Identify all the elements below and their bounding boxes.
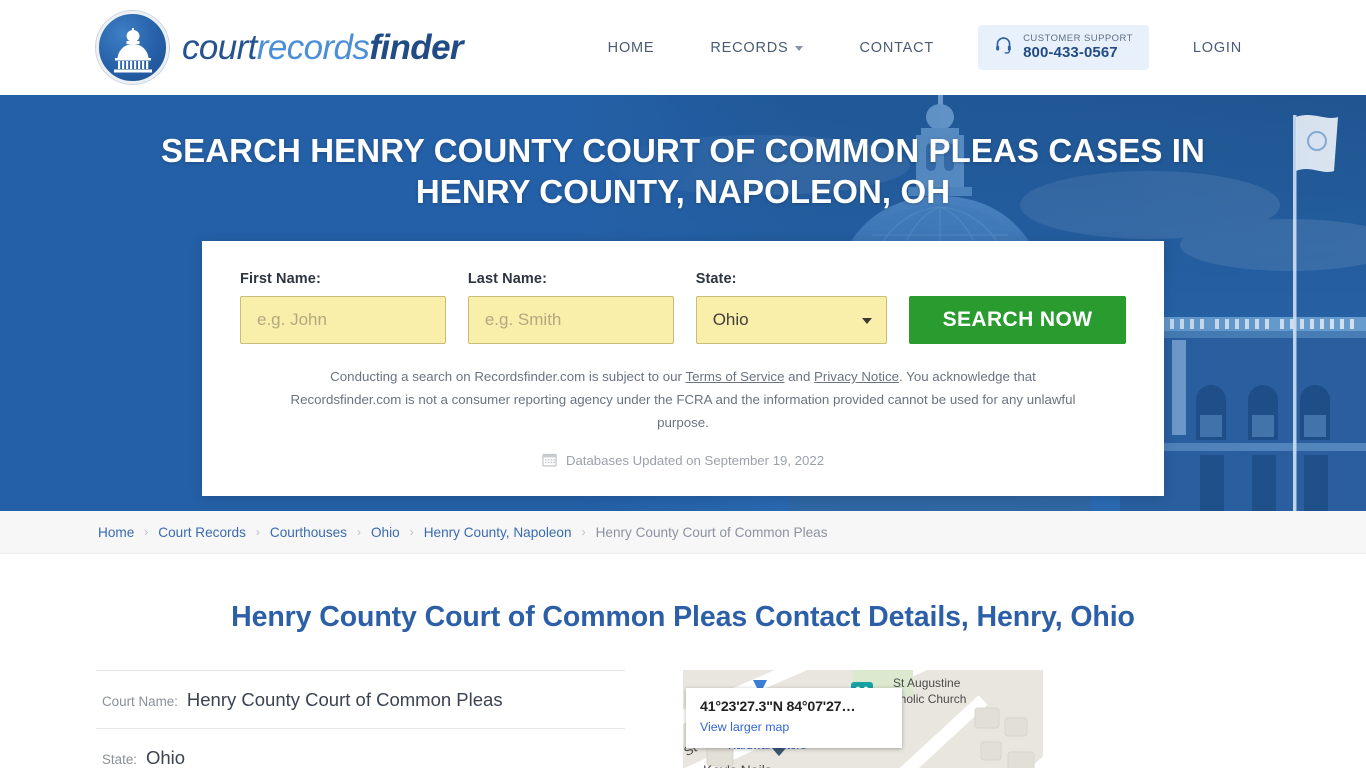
logo-text-court: court [182, 28, 257, 67]
database-update-text: Databases Updated on September 19, 2022 [565, 453, 825, 469]
nav-label-contact: CONTACT [859, 39, 935, 56]
map-coordinates: 41°23'27.3"N 84°07'27… [700, 699, 856, 715]
breadcrumb-separator-icon: › [356, 525, 361, 539]
nav-item-contact[interactable]: CONTACT [831, 40, 962, 56]
headset-icon [994, 36, 1013, 60]
breadcrumb-item-court-records[interactable]: Court Records [158, 525, 246, 540]
search-now-button[interactable]: SEARCH NOW [909, 296, 1127, 344]
map-column: 41°23'27.3"N 84°07'27… View larger map S… [683, 670, 1043, 768]
page-title: Henry County Court of Common Pleas Conta… [231, 601, 1135, 633]
breadcrumb-separator-icon: › [144, 525, 149, 539]
view-larger-map-link[interactable]: View larger map [700, 720, 789, 734]
map-poi-st-augustine: St Augustine [893, 676, 961, 690]
page-hero-title: SEARCH HENRY COUNTY COURT OF COMMON PLEA… [161, 132, 1205, 210]
calendar-icon [542, 452, 557, 470]
nav-label-login: LOGIN [1192, 39, 1242, 56]
nav-label-home: HOME [607, 39, 655, 56]
search-disclaimer: Conducting a search on Recordsfinder.com… [240, 366, 1126, 435]
disclaimer-part-2: and [784, 369, 815, 384]
state-label: State: [695, 271, 737, 287]
last-name-label: Last Name: [467, 271, 548, 287]
disclaimer-part-1: Conducting a search on Recordsfinder.com… [330, 369, 686, 384]
breadcrumb-separator-icon: › [255, 525, 260, 539]
map-info-card: 41°23'27.3"N 84°07'27… View larger map [686, 688, 902, 748]
breadcrumb-separator-icon: › [409, 525, 414, 539]
breadcrumb-item-current: Henry County Court of Common Pleas [595, 524, 828, 540]
site-header: courtrecordsfinder HOME RECORDS CONTACT … [0, 0, 1366, 95]
nav-item-records[interactable]: RECORDS [682, 40, 831, 56]
logo-wordmark: courtrecordsfinder [182, 28, 464, 67]
database-update-notice: Databases Updated on September 19, 2022 [240, 452, 1126, 470]
detail-value-court-name: Henry County Court of Common Pleas [186, 689, 503, 710]
breadcrumb: Home › Court Records › Courthouses › Ohi… [98, 525, 828, 540]
support-phone-number: 800-433-0567 [1023, 44, 1118, 62]
detail-value-state: Ohio [146, 747, 186, 768]
breadcrumb-bar: Home › Court Records › Courthouses › Ohi… [0, 511, 1366, 554]
chevron-down-icon [795, 46, 804, 51]
search-form-card: First Name: Last Name: State: Ohio SEARC… [202, 241, 1164, 496]
privacy-notice-link[interactable]: Privacy Notice [814, 369, 899, 384]
breadcrumb-item-home[interactable]: Home [98, 525, 134, 540]
nav-label-records: RECORDS [710, 39, 789, 56]
main-content: Henry County Court of Common Pleas Conta… [0, 554, 1366, 768]
search-form-row: First Name: Last Name: State: Ohio SEARC… [240, 271, 1127, 344]
state-selected-value: Ohio [712, 310, 749, 329]
last-name-field-group: Last Name: [467, 271, 674, 344]
breadcrumb-item-henry-county-napoleon[interactable]: Henry County, Napoleon [424, 525, 572, 540]
state-select[interactable]: Ohio [695, 296, 888, 344]
detail-label-court-name: Court Name: [102, 694, 178, 709]
first-name-input[interactable] [240, 296, 446, 344]
breadcrumb-separator-icon: › [581, 525, 586, 539]
customer-support-button[interactable]: CUSTOMER SUPPORT 800-433-0567 [978, 24, 1149, 71]
capitol-dome-seal-icon [96, 11, 169, 84]
nav-item-home[interactable]: HOME [580, 40, 683, 56]
google-map-embed[interactable]: 41°23'27.3"N 84°07'27… View larger map S… [683, 670, 1043, 768]
detail-row-court-name: Court Name: Henry County Court of Common… [96, 670, 625, 728]
first-name-label: First Name: [240, 271, 321, 287]
state-field-group: State: Ohio [695, 271, 888, 344]
detail-label-state: State: [102, 752, 137, 767]
logo-text-finder: finder [369, 28, 463, 67]
detail-row-state: State: Ohio [96, 728, 625, 768]
support-label: CUSTOMER SUPPORT [1023, 32, 1133, 44]
breadcrumb-item-courthouses[interactable]: Courthouses [270, 525, 347, 540]
first-name-field-group: First Name: [240, 271, 446, 344]
breadcrumb-item-ohio[interactable]: Ohio [371, 525, 400, 540]
hero-banner: SEARCH HENRY COUNTY COURT OF COMMON PLEA… [0, 95, 1366, 511]
site-logo[interactable]: courtrecordsfinder [96, 11, 464, 84]
nav-item-login[interactable]: LOGIN [1165, 40, 1270, 56]
map-poi-kays-nails: Kay's Nails [703, 762, 772, 768]
logo-text-records: records [256, 28, 370, 67]
court-details-list: Court Name: Henry County Court of Common… [96, 670, 625, 768]
last-name-input[interactable] [467, 296, 674, 344]
content-grid: Court Name: Henry County Court of Common… [96, 670, 1270, 768]
terms-of-service-link[interactable]: Terms of Service [685, 369, 784, 384]
main-navigation: HOME RECORDS CONTACT CUSTOMER SUPPORT 80… [580, 24, 1270, 71]
chevron-down-icon [862, 318, 873, 324]
